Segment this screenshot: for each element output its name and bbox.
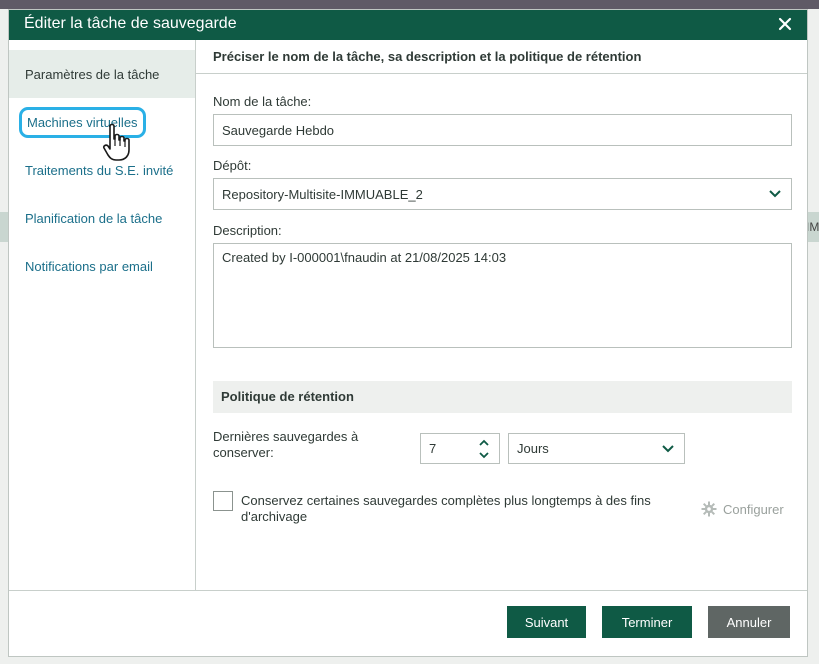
repository-label: Dépôt:: [213, 158, 252, 173]
chevron-down-icon: [662, 444, 674, 452]
configure-label: Configurer: [723, 501, 784, 517]
hand-pointer-icon: [103, 123, 130, 161]
dialog-title: Éditer la tâche de sauvegarde: [24, 15, 237, 32]
sidebar-item-schedule[interactable]: Planification de la tâche: [9, 194, 195, 242]
gear-icon: [701, 501, 717, 517]
retention-label-line1: Dernières sauvegardes à: [213, 429, 359, 444]
dialog-titlebar: Éditer la tâche de sauvegarde: [9, 10, 807, 40]
background-topbar: [0, 0, 819, 9]
archive-label-line2: d'archivage: [241, 509, 308, 524]
chevron-down-icon: [769, 190, 781, 198]
description-textarea[interactable]: Created by I-000001\fnaudin at 21/08/202…: [213, 243, 792, 348]
edit-backup-job-dialog: Éditer la tâche de sauvegarde Paramètres…: [8, 9, 808, 657]
step-header: Préciser le nom de la tâche, sa descript…: [196, 40, 807, 74]
spinner-arrows-icon[interactable]: [477, 437, 491, 461]
close-icon: [778, 17, 792, 31]
finish-button[interactable]: Terminer: [602, 606, 692, 638]
sidebar-item-label: Notifications par email: [25, 258, 153, 274]
retention-unit-value: Jours: [517, 441, 549, 456]
dialog-footer: Suivant Terminer Annuler: [9, 590, 807, 656]
description-value: Created by I-000001\fnaudin at 21/08/202…: [222, 250, 507, 265]
sidebar-item-job-settings[interactable]: Paramètres de la tâche: [9, 50, 195, 98]
sidebar-item-label: Traitements du S.E. invité: [25, 162, 174, 178]
wizard-content: Préciser le nom de la tâche, sa descript…: [196, 40, 807, 590]
retention-label-line2: conserver:: [213, 445, 274, 460]
next-button[interactable]: Suivant: [507, 606, 586, 638]
retention-unit-select[interactable]: Jours: [508, 433, 685, 464]
repository-value: Repository-Multisite-IMMUABLE_2: [222, 186, 423, 202]
description-label: Description:: [213, 223, 282, 238]
job-name-value: Sauvegarde Hebdo: [222, 122, 335, 138]
archive-checkbox[interactable]: [213, 491, 233, 511]
cancel-button[interactable]: Annuler: [708, 606, 790, 638]
wizard-sidebar: Paramètres de la tâche Machines virtuell…: [9, 40, 196, 590]
sidebar-item-label: Planification de la tâche: [25, 210, 163, 226]
retention-section-header: Politique de rétention: [213, 381, 792, 413]
close-button[interactable]: [773, 12, 797, 36]
job-name-input[interactable]: Sauvegarde Hebdo: [213, 114, 792, 146]
archive-checkbox-label: Conservez certaines sauvegardes complète…: [241, 493, 651, 525]
retention-label: Dernières sauvegardes à conserver:: [213, 429, 358, 461]
retention-count-value: 7: [429, 441, 437, 456]
sidebar-item-email-notifications[interactable]: Notifications par email: [9, 242, 195, 290]
job-name-label: Nom de la tâche:: [213, 94, 312, 109]
sidebar-item-label: Paramètres de la tâche: [25, 66, 160, 82]
retention-count-stepper[interactable]: 7: [420, 433, 500, 464]
archive-label-line1: Conservez certaines sauvegardes complète…: [241, 493, 651, 508]
repository-select[interactable]: Repository-Multisite-IMMUABLE_2: [213, 178, 792, 210]
configure-button[interactable]: Configurer: [701, 501, 784, 517]
